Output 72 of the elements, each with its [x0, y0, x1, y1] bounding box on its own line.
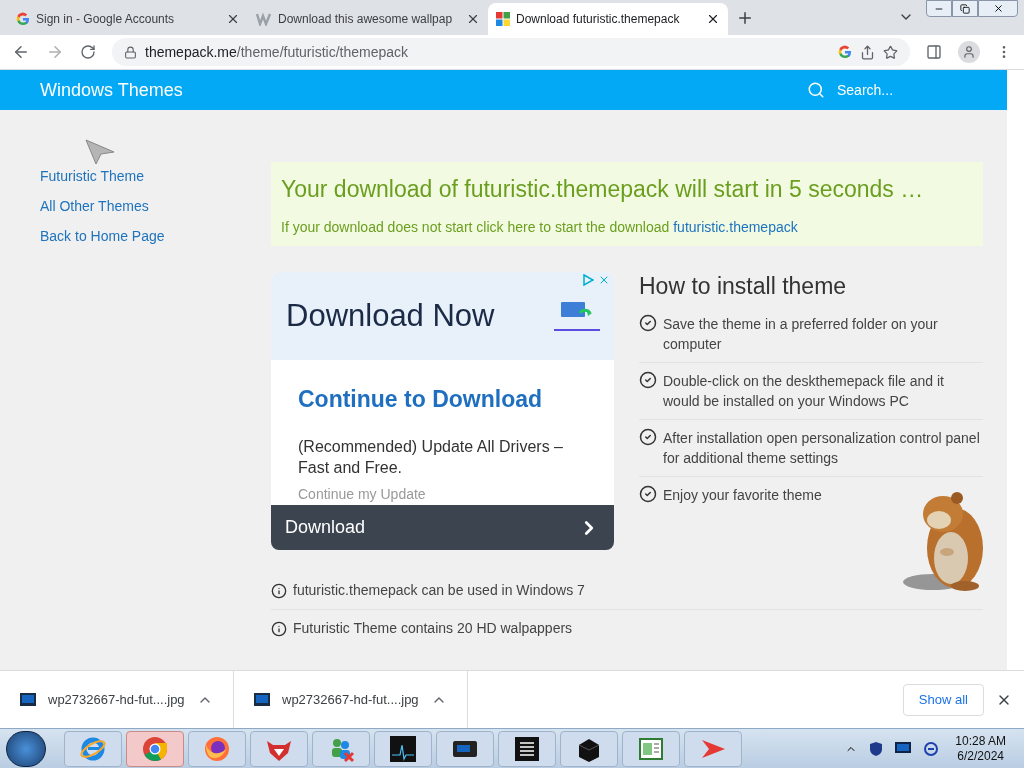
ad-headline: Download Now	[286, 296, 496, 335]
close-icon[interactable]	[466, 12, 480, 26]
search-field[interactable]: Search...	[837, 79, 967, 101]
monitor-icon[interactable]	[895, 741, 912, 756]
close-icon[interactable]	[706, 12, 720, 26]
side-panel-icon[interactable]	[926, 44, 942, 60]
taskbar-button[interactable]	[498, 730, 556, 767]
reload-icon[interactable]	[80, 44, 96, 60]
bookmark-star-icon[interactable]	[883, 44, 898, 60]
image-file-icon	[254, 693, 270, 706]
cursor-icon	[85, 139, 115, 165]
ad-faded-text: Continue my Update	[298, 485, 427, 504]
start-button[interactable]	[6, 730, 46, 767]
profile-avatar[interactable]	[958, 41, 980, 63]
install-step: Double-click on the deskthemepack file and it would be installed on your Windows PC	[663, 371, 983, 411]
info-icon	[271, 582, 287, 599]
restore-icon	[960, 3, 970, 14]
chrome-logo-icon	[141, 734, 169, 763]
image-file-icon	[20, 693, 36, 706]
install-heading: How to install theme	[639, 272, 848, 300]
sidebar-link[interactable]: Back to Home Page	[40, 227, 271, 245]
google-icon	[838, 45, 852, 59]
w-logo-icon	[256, 12, 272, 26]
tab-title: Download this awesome wallpap	[278, 11, 454, 28]
close-icon	[992, 3, 1004, 14]
restore-button[interactable]	[952, 0, 978, 17]
windows-logo-icon	[496, 12, 510, 26]
fox-globe-icon	[203, 734, 231, 763]
check-icon	[639, 428, 657, 446]
tab-title: Download futuristic.themepack	[516, 11, 681, 28]
new-tab-icon[interactable]	[736, 9, 754, 27]
ad-title: Continue to Download	[298, 384, 543, 414]
url-text: themepack.me/theme/futuristic/themepack	[145, 42, 409, 62]
browser-tab[interactable]: Download this awesome wallpap	[248, 3, 488, 35]
download-link[interactable]: futuristic.themepack	[673, 218, 798, 235]
close-icon[interactable]	[226, 12, 240, 26]
lock-icon	[124, 45, 137, 59]
monitor-pulse-icon	[389, 734, 417, 763]
list-icon	[513, 734, 541, 763]
clock-date: 6/2/2024	[957, 748, 1004, 764]
install-step: Enjoy your favorite theme	[663, 485, 822, 505]
ad-description: (Recommended) Update All Drivers – Fast and Free.	[298, 437, 564, 478]
address-field[interactable]: themepack.me/theme/futuristic/themepack	[112, 38, 910, 66]
notice-text: If your download does not start click here to start the download futuristic.themepack	[281, 217, 799, 237]
check-icon	[639, 485, 657, 503]
notice-headline: Your download of futuristic.themepack will start in 5 seconds …	[281, 175, 925, 204]
download-button[interactable]: Download	[271, 505, 614, 550]
clock-time: 10:28 AM	[955, 733, 1006, 749]
browser-tab[interactable]: Download futuristic.themepack	[488, 3, 728, 35]
back-icon[interactable]	[12, 43, 30, 61]
check-icon	[639, 371, 657, 389]
install-step: After installation open personalization control panel for additional theme settings	[663, 428, 983, 468]
network-icon[interactable]	[923, 740, 940, 757]
taskbar-button[interactable]	[436, 730, 494, 767]
file-name: wp2732667-hd-fut....jpg	[282, 690, 419, 709]
taskbar-button[interactable]	[560, 730, 618, 767]
show-all-button[interactable]: Show all	[902, 683, 984, 716]
info-text: futuristic.themepack can be used in Windows 7	[293, 581, 585, 600]
check-icon	[639, 314, 657, 332]
file-name: wp2732667-hd-fut....jpg	[48, 690, 185, 709]
tab-title: Sign in - Google Accounts	[36, 11, 176, 28]
install-step: Save the theme in a preferred folder on your computer	[663, 314, 983, 354]
search-icon[interactable]	[807, 81, 825, 99]
google-icon	[16, 12, 30, 26]
sidebar-link[interactable]: Futuristic Theme	[40, 167, 271, 185]
browser-tab[interactable]: Sign in - Google Accounts	[8, 3, 248, 35]
info-icon	[271, 620, 287, 637]
info-text: Futuristic Theme contains 20 HD walpappers	[293, 619, 573, 638]
shield-icon[interactable]	[869, 740, 884, 757]
taskbar-button[interactable]	[374, 730, 432, 767]
sidebar-link[interactable]: All Other Themes	[40, 197, 271, 215]
share-icon[interactable]	[860, 44, 875, 60]
